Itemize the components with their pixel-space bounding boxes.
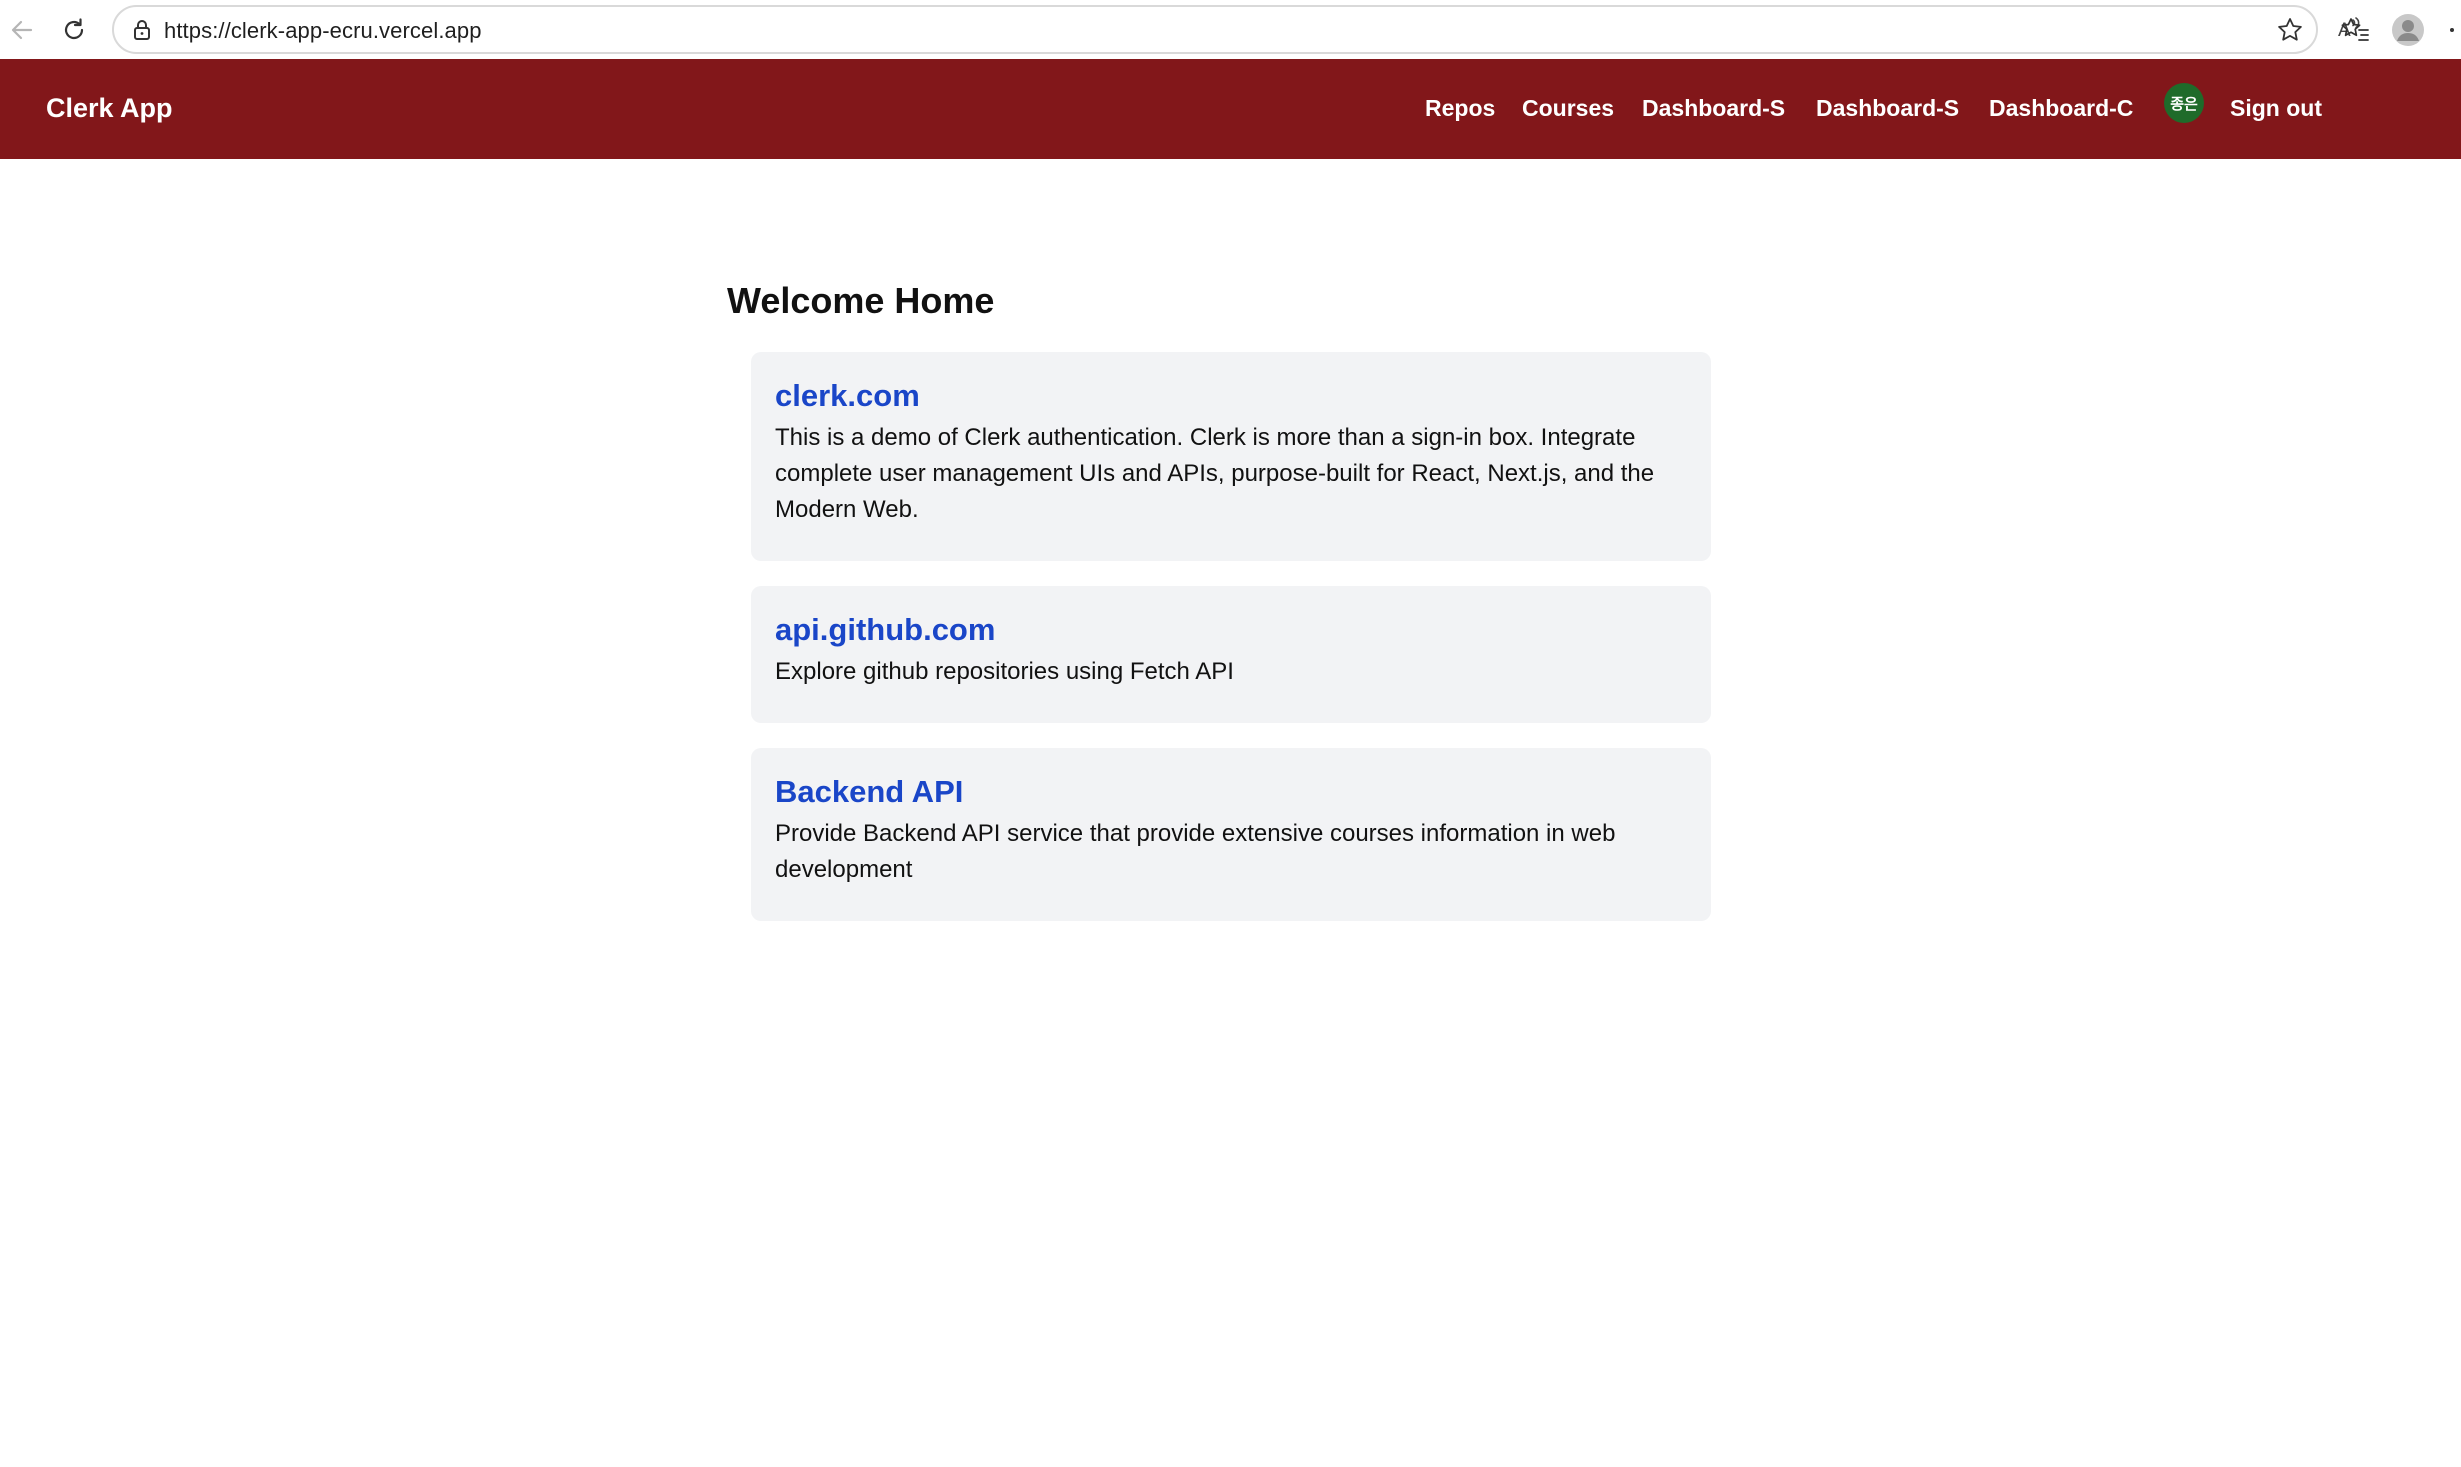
card-github: api.github.com Explore github repositori… — [751, 586, 1711, 723]
card-title-link[interactable]: api.github.com — [775, 612, 1687, 648]
url-text[interactable]: https://clerk-app-ecru.vercel.app — [164, 18, 482, 44]
address-bar[interactable]: https://clerk-app-ecru.vercel.app A — [112, 5, 2360, 54]
browser-toolbar: https://clerk-app-ecru.vercel.app A — [0, 0, 2461, 59]
back-button[interactable] — [0, 8, 44, 52]
favorites-list-icon[interactable] — [2333, 8, 2377, 52]
card-backend-api: Backend API Provide Backend API service … — [751, 748, 1711, 921]
reload-button[interactable] — [52, 8, 96, 52]
nav-dashboard-c[interactable]: Dashboard-C — [1989, 95, 2133, 122]
brand-logo[interactable]: Clerk App — [46, 93, 173, 124]
back-icon — [9, 17, 35, 43]
card-description: Explore github repositories using Fetch … — [775, 658, 1234, 685]
nav-courses[interactable]: Courses — [1522, 95, 1614, 122]
card-clerk: clerk.com This is a demo of Clerk authen… — [751, 352, 1711, 561]
card-title-link[interactable]: Backend API — [775, 774, 1687, 810]
user-avatar[interactable]: 종은 — [2164, 83, 2204, 123]
nav-repos[interactable]: Repos — [1425, 95, 1495, 122]
favorite-star-icon[interactable] — [2268, 8, 2312, 52]
app-header: Clerk App Repos Courses Dashboard-S Dash… — [0, 59, 2461, 159]
page-title: Welcome Home — [727, 280, 995, 321]
profile-icon[interactable] — [2386, 8, 2430, 52]
card-description: This is a demo of Clerk authentication. … — [775, 424, 1655, 523]
card-title-link[interactable]: clerk.com — [775, 378, 1687, 414]
lock-icon[interactable] — [130, 18, 154, 42]
reload-icon — [60, 16, 88, 44]
nav-dashboard-s-2[interactable]: Dashboard-S — [1816, 95, 1959, 122]
sign-out-button[interactable]: Sign out — [2230, 95, 2322, 122]
more-icon[interactable] — [2436, 8, 2461, 52]
nav-dashboard-s-1[interactable]: Dashboard-S — [1642, 95, 1785, 122]
card-description: Provide Backend API service that provide… — [775, 820, 1616, 883]
